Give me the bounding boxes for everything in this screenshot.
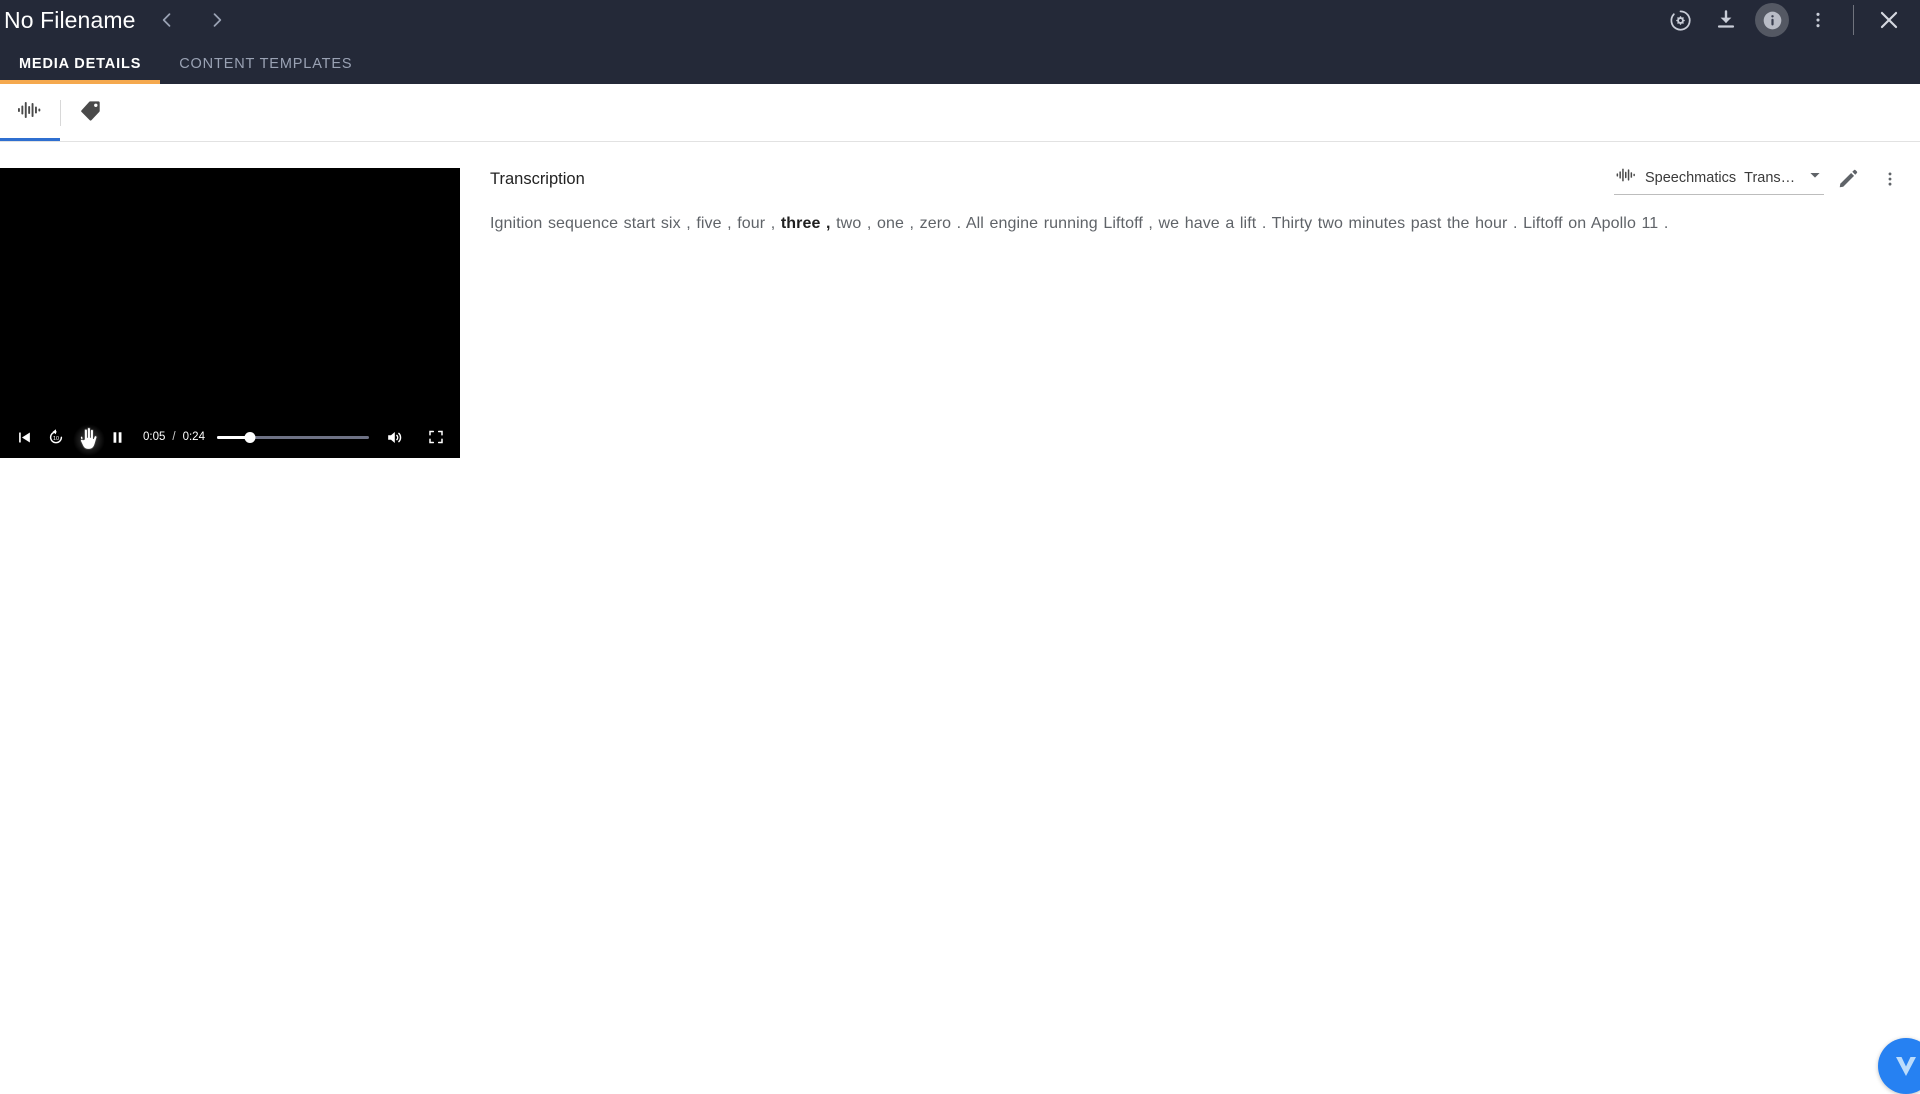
svg-text:10: 10: [53, 436, 59, 442]
transcript-text-before: Ignition sequence start six , five , fou…: [490, 215, 781, 232]
skip-previous-button[interactable]: [9, 422, 40, 453]
volume-button[interactable]: [379, 422, 410, 453]
settings-gear-icon[interactable]: [1657, 0, 1703, 40]
transcript-current-word: three ,: [780, 215, 831, 232]
forward-30-button[interactable]: 30: [71, 422, 102, 453]
waveform-icon: [17, 100, 43, 125]
player-progress-slider[interactable]: [216, 430, 369, 444]
waveform-icon: [1616, 167, 1636, 188]
tab-media-details[interactable]: MEDIA DETAILS: [0, 44, 161, 84]
more-vertical-icon[interactable]: [1795, 0, 1841, 40]
progress-handle[interactable]: [244, 431, 256, 443]
info-icon[interactable]: [1749, 0, 1795, 40]
record-navigation: [156, 9, 228, 31]
chevron-right-icon[interactable]: [206, 9, 228, 31]
veritone-logo-badge[interactable]: [1878, 1038, 1920, 1094]
player-right-controls: [379, 422, 451, 453]
chevron-down-icon[interactable]: [1808, 168, 1822, 187]
tag-icon: [79, 98, 103, 127]
tab-content-templates[interactable]: CONTENT TEMPLATES: [160, 44, 371, 84]
tab-media-details-label: MEDIA DETAILS: [19, 56, 142, 72]
transcription-panel: Transcription Speechmatics Trans… Igniti…: [490, 143, 1920, 237]
player-duration: 0:24: [182, 431, 205, 443]
player-time-display: 0:05 / 0:24: [143, 431, 205, 443]
waveform-tab[interactable]: [0, 84, 60, 141]
header-divider: [1853, 5, 1854, 35]
transcript-text-after: two , one , zero . All engine running Li…: [830, 215, 1669, 232]
page-title: No Filename: [4, 6, 136, 33]
engine-category-toolbar: [0, 84, 1920, 142]
header-actions: [1657, 0, 1912, 40]
play-pause-button[interactable]: [102, 422, 133, 453]
transcription-header-actions: Speechmatics Trans…: [1614, 153, 1908, 205]
header-tabs: MEDIA DETAILS CONTENT TEMPLATES: [0, 44, 371, 84]
transcription-header: Transcription Speechmatics Trans…: [490, 153, 1920, 205]
tab-content-templates-label: CONTENT TEMPLATES: [179, 56, 353, 72]
player-controls: 10 30 0:05 / 0:24: [0, 416, 460, 458]
main-content: 10 30 0:05 / 0:24 Transcription Speechma…: [0, 143, 1920, 1094]
player-current-time: 0:05: [143, 431, 166, 443]
transcription-body[interactable]: Ignition sequence start six , five , fou…: [490, 205, 1920, 237]
tag-tab[interactable]: [61, 84, 121, 141]
app-header: No Filename MEDIA DETAILS CONTENT TEMPLA…: [0, 0, 1920, 84]
engine-select-dropdown[interactable]: Speechmatics Trans…: [1614, 163, 1824, 195]
engine-vendor: Speechmatics: [1645, 169, 1737, 186]
download-icon[interactable]: [1703, 0, 1749, 40]
engine-select-value: Speechmatics Trans…: [1645, 170, 1799, 186]
transcription-title: Transcription: [490, 169, 585, 188]
player-time-separator: /: [172, 431, 176, 443]
video-player[interactable]: 10 30 0:05 / 0:24: [0, 168, 460, 458]
fullscreen-button[interactable]: [420, 422, 451, 453]
replay-10-button[interactable]: 10: [40, 422, 71, 453]
more-vertical-icon[interactable]: [1872, 161, 1908, 197]
svg-text:30: 30: [84, 436, 90, 442]
pencil-icon[interactable]: [1830, 161, 1866, 197]
header-title-row: No Filename: [0, 0, 1920, 40]
engine-type: Trans…: [1744, 169, 1796, 186]
chevron-left-icon[interactable]: [156, 9, 178, 31]
close-icon[interactable]: [1866, 0, 1912, 40]
